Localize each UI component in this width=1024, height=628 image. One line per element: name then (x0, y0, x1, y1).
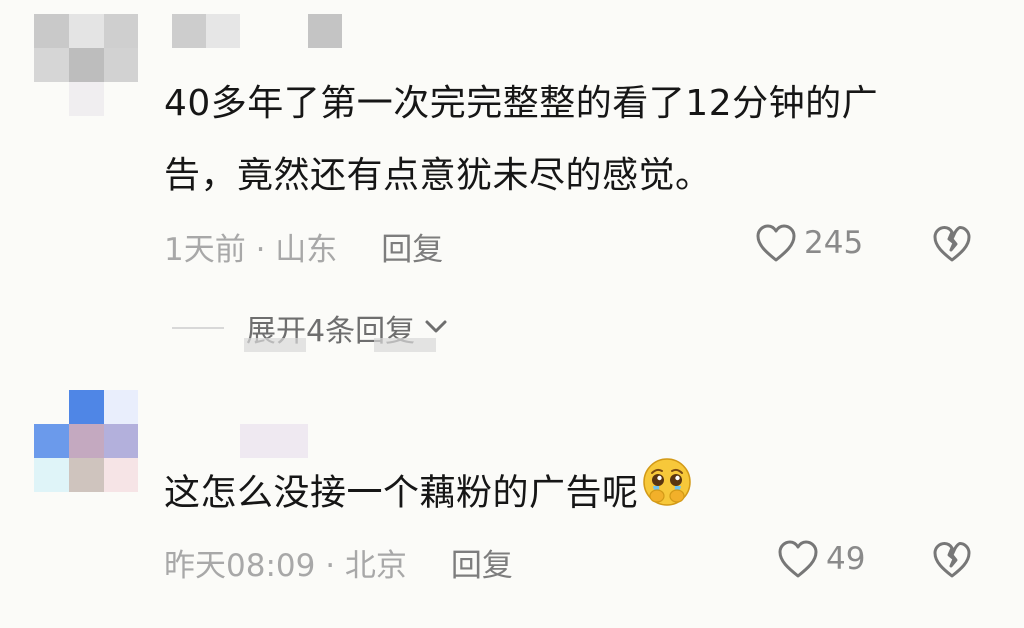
avatar[interactable] (34, 14, 138, 116)
dislike-button[interactable] (932, 224, 972, 268)
heart-icon (776, 538, 820, 580)
chevron-down-icon (423, 316, 449, 340)
like-button[interactable]: 49 (776, 538, 865, 580)
time-location: 1天前 · 山东 (164, 231, 338, 268)
comment-text: 40多年了第一次完完整整的看了12分钟的广 告，竟然还有点意犹未尽的感觉。 (164, 68, 878, 212)
like-count: 245 (804, 225, 864, 261)
comment-meta: 昨天08:09 · 北京 回复 (164, 540, 513, 584)
like-count: 49 (826, 541, 866, 577)
comment-text-line: 40多年了第一次完完整整的看了12分钟的广 (164, 83, 879, 124)
username[interactable] (172, 14, 342, 48)
heart-icon (754, 222, 798, 264)
comment-meta: 1天前 · 山东 回复 (164, 224, 443, 268)
username[interactable] (240, 424, 308, 458)
broken-heart-icon (932, 542, 972, 584)
mosaic-overlay (244, 338, 440, 356)
divider (172, 327, 224, 329)
avatar[interactable] (34, 390, 138, 492)
comment-text-line: 这怎么没接一个藕粉的广告呢 (164, 472, 639, 514)
time-location: 昨天08:09 · 北京 (164, 547, 407, 584)
reply-button[interactable]: 回复 (381, 224, 443, 269)
reply-button[interactable]: 回复 (451, 540, 513, 585)
dislike-button[interactable] (932, 540, 972, 584)
pleading-face-emoji (641, 456, 693, 533)
broken-heart-icon (932, 226, 972, 268)
like-button[interactable]: 245 (754, 222, 863, 264)
comment-list: 40多年了第一次完完整整的看了12分钟的广 告，竟然还有点意犹未尽的感觉。 1天… (0, 0, 1024, 628)
comment-text-line: 告，竟然还有点意犹未尽的感觉。 (164, 155, 712, 196)
comment-text: 这怎么没接一个藕粉的广告呢 (164, 456, 693, 533)
